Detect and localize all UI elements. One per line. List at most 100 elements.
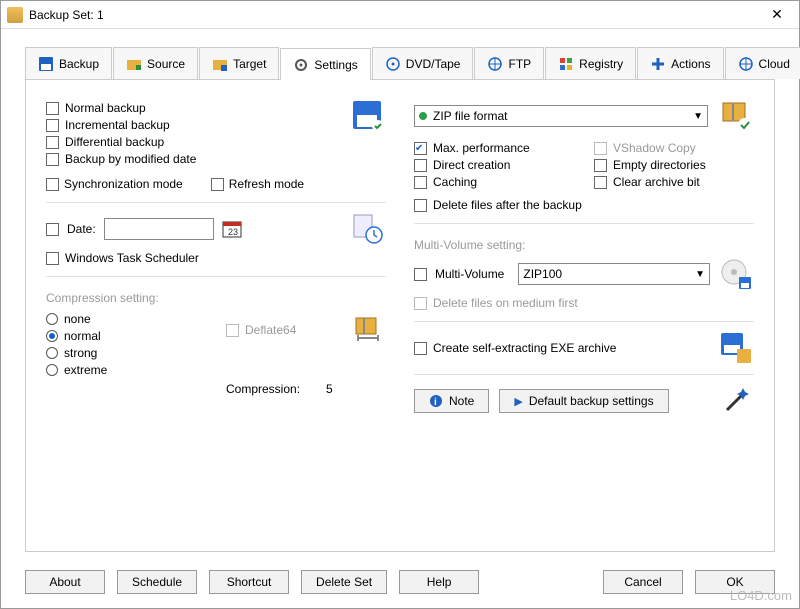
tab-cloud[interactable]: Cloud xyxy=(725,47,800,79)
empty-dirs-checkbox[interactable] xyxy=(594,159,607,172)
right-column: ZIP file format ▼ Max. performance Direc… xyxy=(414,98,754,539)
svg-text:23: 23 xyxy=(228,227,238,237)
note-button[interactable]: i Note xyxy=(414,389,489,413)
zip-format-combo[interactable]: ZIP file format ▼ xyxy=(414,105,708,127)
svg-text:i: i xyxy=(434,397,437,408)
comp-extreme-radio[interactable] xyxy=(46,364,58,376)
cancel-button[interactable]: Cancel xyxy=(603,570,683,594)
sync-mode-label: Synchronization mode xyxy=(64,177,183,191)
gear-icon xyxy=(293,57,309,73)
tab-backup[interactable]: Backup xyxy=(25,47,112,79)
multivol-header: Multi-Volume setting: xyxy=(414,238,754,252)
multivol-value: ZIP100 xyxy=(523,267,562,281)
delete-after-checkbox[interactable] xyxy=(414,199,427,212)
tab-source-label: Source xyxy=(147,57,185,71)
schedule-icon xyxy=(350,211,386,247)
comp-normal-radio[interactable] xyxy=(46,330,58,342)
tab-target[interactable]: Target xyxy=(199,47,279,79)
tab-registry[interactable]: Registry xyxy=(545,47,636,79)
tab-ftp-label: FTP xyxy=(508,57,531,71)
tab-actions-label: Actions xyxy=(671,57,710,71)
date-input[interactable] xyxy=(104,218,214,240)
tab-cloud-label: Cloud xyxy=(759,57,790,71)
normal-backup-checkbox[interactable] xyxy=(46,102,59,115)
multivol-label: Multi-Volume xyxy=(435,267,504,281)
play-icon: ▶ xyxy=(514,395,522,408)
globe-icon xyxy=(487,56,503,72)
about-button[interactable]: About xyxy=(25,570,105,594)
comp-extreme-label: extreme xyxy=(64,363,107,377)
caching-label: Caching xyxy=(433,175,477,189)
compress-icon xyxy=(350,312,386,348)
task-scheduler-checkbox[interactable] xyxy=(46,252,59,265)
normal-backup-label: Normal backup xyxy=(65,101,146,115)
close-button[interactable]: ✕ xyxy=(761,4,793,26)
save-icon xyxy=(38,56,54,72)
tab-ftp[interactable]: FTP xyxy=(474,47,544,79)
window-title: Backup Set: 1 xyxy=(29,8,761,22)
compression-label: Compression: xyxy=(226,382,300,396)
app-icon xyxy=(7,7,23,23)
archive-check-icon xyxy=(718,98,754,134)
direct-creation-label: Direct creation xyxy=(433,158,510,172)
shortcut-button[interactable]: Shortcut xyxy=(209,570,289,594)
comp-none-radio[interactable] xyxy=(46,313,58,325)
globe-icon xyxy=(738,56,754,72)
magic-wand-icon xyxy=(718,383,754,419)
deflate64-checkbox xyxy=(226,324,239,337)
registry-icon xyxy=(558,56,574,72)
date-checkbox[interactable] xyxy=(46,223,59,236)
differential-backup-label: Differential backup xyxy=(65,135,164,149)
tab-backup-label: Backup xyxy=(59,57,99,71)
tab-dvd[interactable]: DVD/Tape xyxy=(372,47,474,79)
note-button-label: Note xyxy=(449,394,474,408)
backup-disk-icon xyxy=(350,98,386,134)
incremental-backup-checkbox[interactable] xyxy=(46,119,59,132)
caching-checkbox[interactable] xyxy=(414,176,427,189)
compression-value: 5 xyxy=(326,382,333,396)
left-column: Normal backup Incremental backup Differe… xyxy=(46,98,386,539)
exe-archive-icon xyxy=(718,330,754,366)
task-scheduler-label: Windows Task Scheduler xyxy=(65,251,199,265)
deflate64-label: Deflate64 xyxy=(245,323,296,337)
folder-save-icon xyxy=(212,56,228,72)
max-perf-label: Max. performance xyxy=(433,141,530,155)
differential-backup-checkbox[interactable] xyxy=(46,136,59,149)
tab-registry-label: Registry xyxy=(579,57,623,71)
vshadow-label: VShadow Copy xyxy=(613,141,696,155)
max-perf-checkbox[interactable] xyxy=(414,142,427,155)
comp-none-label: none xyxy=(64,312,91,326)
plus-icon xyxy=(650,56,666,72)
compression-header: Compression setting: xyxy=(46,291,386,305)
direct-creation-checkbox[interactable] xyxy=(414,159,427,172)
self-extract-label: Create self-extracting EXE archive xyxy=(433,341,616,355)
delete-medium-label: Delete files on medium first xyxy=(433,296,578,310)
bottom-button-bar: About Schedule Shortcut Delete Set Help … xyxy=(1,560,799,608)
backup-modified-checkbox[interactable] xyxy=(46,153,59,166)
vshadow-checkbox xyxy=(594,142,607,155)
tab-settings[interactable]: Settings xyxy=(280,48,370,80)
refresh-mode-checkbox[interactable] xyxy=(211,178,224,191)
multivol-combo[interactable]: ZIP100 ▼ xyxy=(518,263,710,285)
info-icon: i xyxy=(429,394,443,408)
default-settings-button[interactable]: ▶ Default backup settings xyxy=(499,389,668,413)
sync-mode-checkbox[interactable] xyxy=(46,178,59,191)
clear-archive-label: Clear archive bit xyxy=(613,175,700,189)
delete-set-button[interactable]: Delete Set xyxy=(301,570,387,594)
empty-dirs-label: Empty directories xyxy=(613,158,706,172)
help-button[interactable]: Help xyxy=(399,570,479,594)
tab-actions[interactable]: Actions xyxy=(637,47,723,79)
chevron-down-icon: ▼ xyxy=(693,111,703,122)
clear-archive-checkbox[interactable] xyxy=(594,176,607,189)
titlebar: Backup Set: 1 ✕ xyxy=(1,1,799,29)
default-settings-label: Default backup settings xyxy=(529,394,654,408)
tab-settings-label: Settings xyxy=(314,58,357,72)
incremental-backup-label: Incremental backup xyxy=(65,118,170,132)
tab-dvd-label: DVD/Tape xyxy=(406,57,461,71)
multivol-checkbox[interactable] xyxy=(414,268,427,281)
comp-strong-radio[interactable] xyxy=(46,347,58,359)
self-extract-checkbox[interactable] xyxy=(414,342,427,355)
calendar-icon[interactable]: 23 xyxy=(222,219,242,239)
tab-source[interactable]: Source xyxy=(113,47,198,79)
schedule-button[interactable]: Schedule xyxy=(117,570,197,594)
